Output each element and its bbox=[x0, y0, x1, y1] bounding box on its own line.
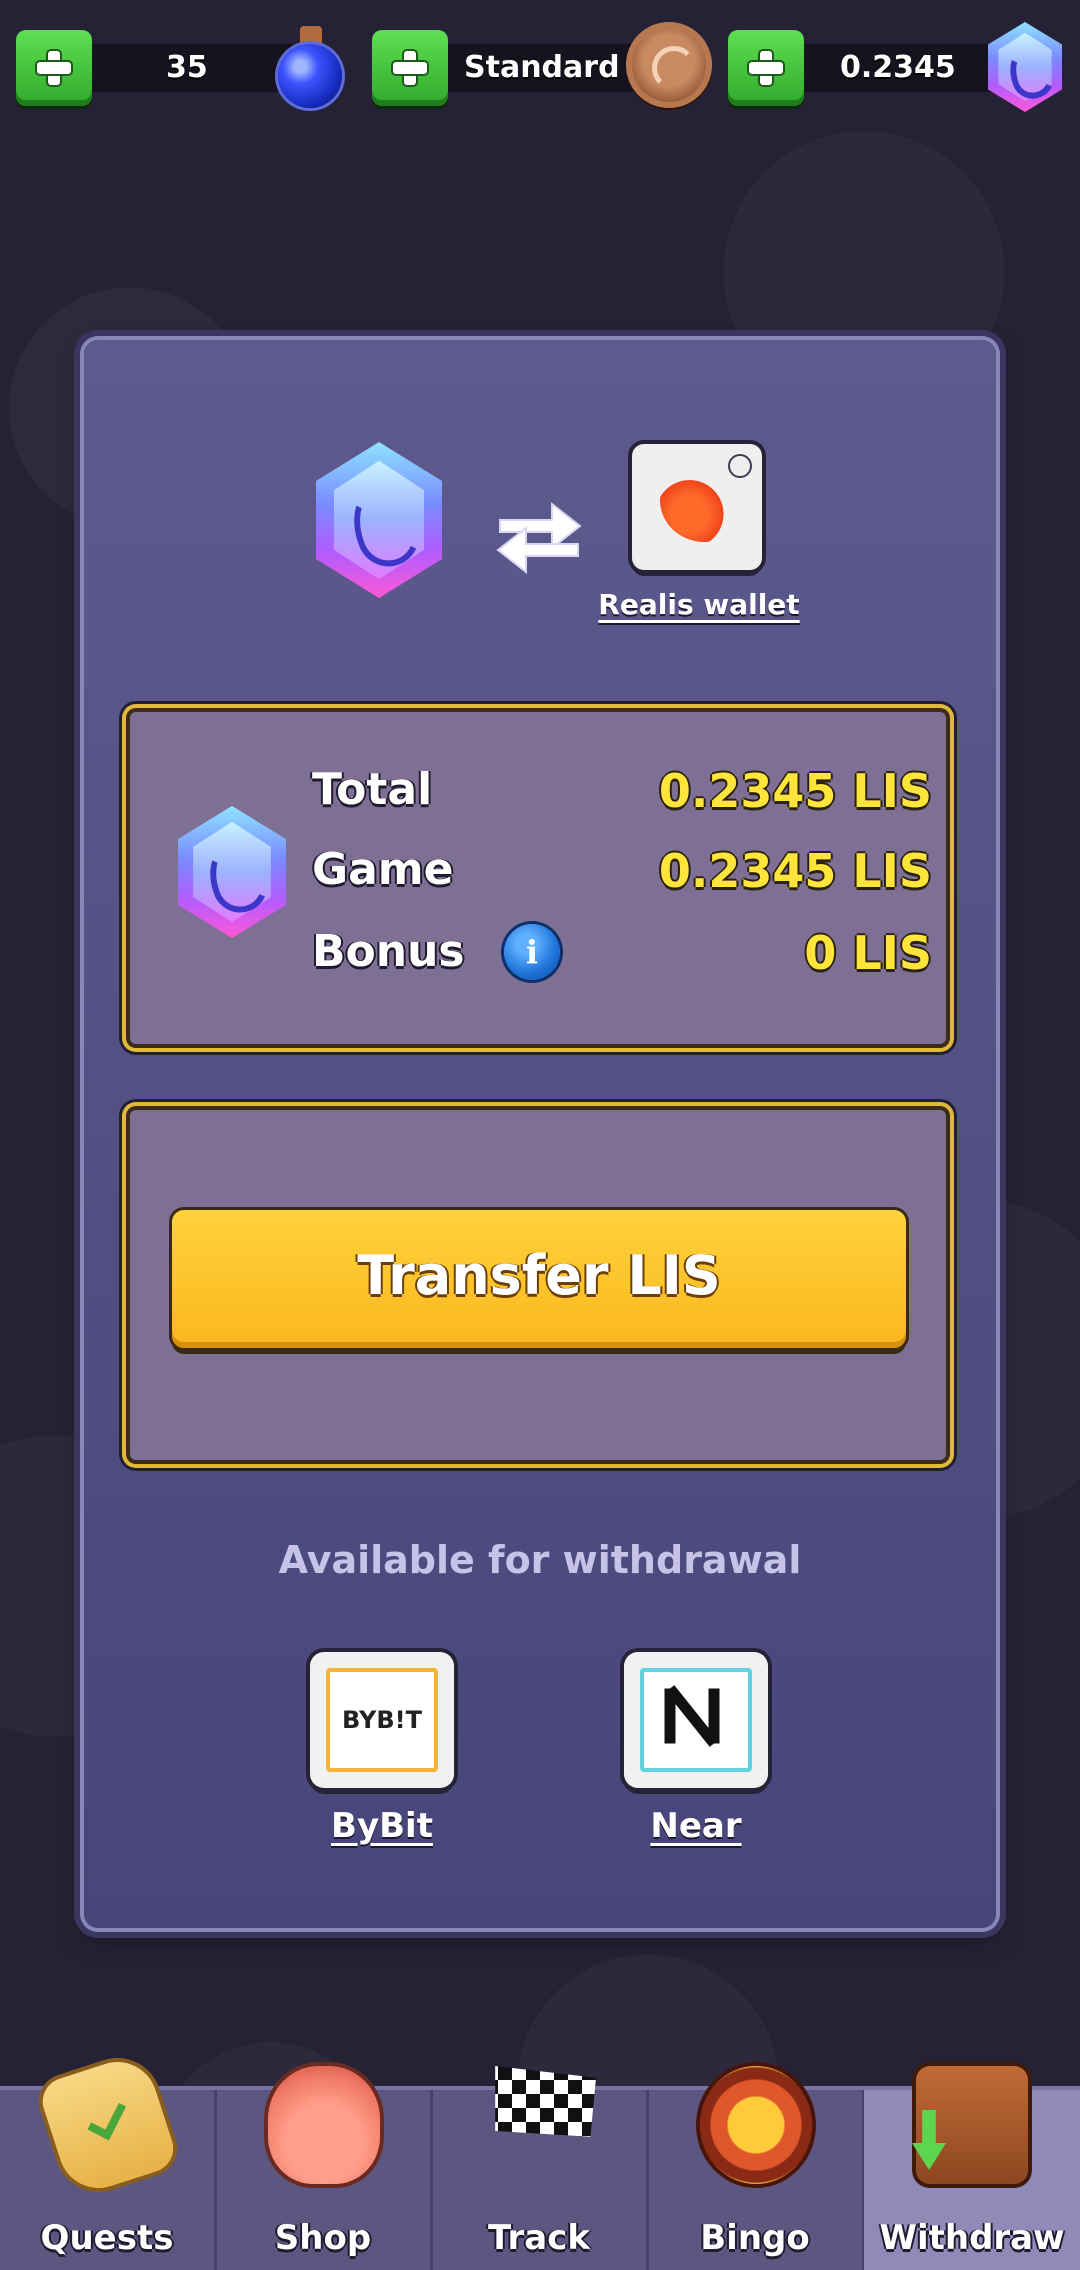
transfer-lis-button[interactable]: Transfer LIS bbox=[172, 1210, 906, 1348]
nav-label: Shop bbox=[274, 2218, 372, 2258]
nav-label: Withdraw bbox=[879, 2218, 1065, 2258]
transfer-card: Transfer LIS bbox=[122, 1102, 954, 1468]
realis-fox-logo-icon bbox=[660, 472, 734, 542]
lis-gem-icon bbox=[178, 806, 286, 938]
swap-arrows-icon bbox=[496, 501, 582, 575]
nav-label: Quests bbox=[40, 2218, 174, 2258]
balance-card: Total 0.2345 LIS Game 0.2345 LIS Bonus i… bbox=[122, 704, 954, 1052]
bonus-value: 0 LIS bbox=[804, 926, 932, 980]
game-label: Game bbox=[312, 844, 454, 895]
info-icon[interactable]: i bbox=[504, 924, 560, 980]
league-counter: Standard bbox=[372, 22, 712, 114]
add-potions-button[interactable] bbox=[16, 30, 92, 106]
total-row: Total 0.2345 LIS bbox=[312, 764, 932, 824]
lis-gem-icon bbox=[316, 442, 442, 598]
nav-item-bingo[interactable]: Bingo bbox=[648, 2066, 865, 2270]
total-value: 0.2345 LIS bbox=[658, 764, 932, 818]
game-row: Game 0.2345 LIS bbox=[312, 844, 932, 904]
realis-wallet-tile[interactable] bbox=[632, 444, 762, 570]
add-lis-button[interactable] bbox=[728, 30, 804, 106]
withdraw-panel: Realis wallet Total 0.2345 LIS Game 0.23… bbox=[84, 340, 996, 1928]
add-league-button[interactable] bbox=[372, 30, 448, 106]
nav-item-withdraw[interactable]: Withdraw bbox=[864, 2066, 1080, 2270]
near-logo-icon bbox=[640, 1668, 752, 1772]
bybit-tile[interactable]: BYB!T bbox=[310, 1652, 454, 1788]
plus-icon bbox=[37, 51, 71, 85]
top-resource-bar: 35 Standard 0.2345 bbox=[0, 22, 1080, 114]
near-tile[interactable] bbox=[624, 1652, 768, 1788]
checkered-flag-icon bbox=[495, 2066, 596, 2137]
near-link[interactable]: Near bbox=[608, 1806, 784, 1846]
bybit-logo: BYB!T bbox=[326, 1668, 438, 1772]
nav-item-track[interactable]: Track bbox=[432, 2066, 649, 2270]
bonus-label: Bonus bbox=[312, 926, 465, 977]
game-value: 0.2345 LIS bbox=[658, 844, 932, 898]
league-name: Standard bbox=[464, 50, 620, 85]
lis-balance: 0.2345 bbox=[840, 50, 956, 85]
nav-label: Track bbox=[488, 2218, 590, 2258]
plus-icon bbox=[393, 51, 427, 85]
lis-counter: 0.2345 bbox=[728, 22, 1064, 114]
realis-wallet-link[interactable]: Realis wallet bbox=[594, 588, 804, 621]
nav-label: Bingo bbox=[700, 2218, 810, 2258]
total-label: Total bbox=[312, 764, 433, 815]
bingo-icon bbox=[700, 2066, 812, 2184]
bottom-nav: Quests Shop Track Bingo Withdraw bbox=[0, 2051, 1080, 2270]
bybit-link[interactable]: ByBit bbox=[294, 1806, 470, 1846]
potion-icon bbox=[278, 26, 342, 110]
nav-item-shop[interactable]: Shop bbox=[216, 2066, 433, 2270]
withdrawal-heading: Available for withdrawal bbox=[278, 1538, 802, 1582]
potion-counter: 35 bbox=[16, 22, 346, 114]
lis-gem-icon bbox=[988, 22, 1062, 112]
plus-icon bbox=[749, 51, 783, 85]
bronze-medal-icon bbox=[626, 22, 712, 108]
wallet-icon bbox=[916, 2066, 1028, 2184]
potion-count: 35 bbox=[166, 50, 208, 85]
globe-icon bbox=[728, 454, 752, 478]
nav-item-quests[interactable]: Quests bbox=[0, 2051, 217, 2270]
shop-bag-icon bbox=[268, 2066, 380, 2184]
bonus-row: Bonus i 0 LIS bbox=[312, 924, 932, 986]
